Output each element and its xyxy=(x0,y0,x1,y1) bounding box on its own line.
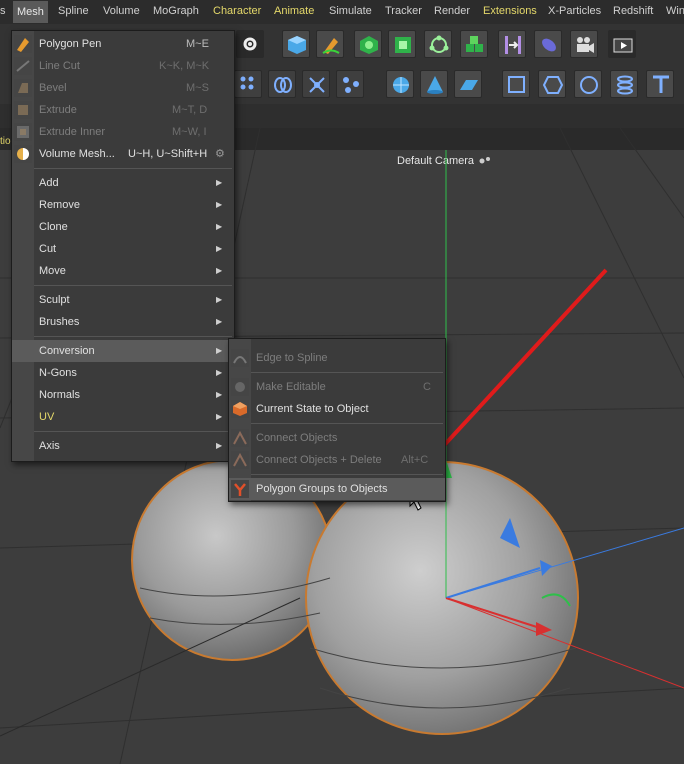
menu-redshift[interactable]: Redshift xyxy=(613,5,653,17)
capsule-icon[interactable] xyxy=(534,30,562,58)
menu-item-move[interactable]: Move ▶ xyxy=(12,260,234,282)
sphere-icon[interactable] xyxy=(386,70,414,98)
menu-item-extrude[interactable]: Extrude M~T, D xyxy=(12,99,234,121)
pen-icon[interactable] xyxy=(316,30,344,58)
menu-item-bevel[interactable]: Bevel M~S xyxy=(12,77,234,99)
menu-extensions[interactable]: Extensions xyxy=(483,5,537,17)
menu-item-extrude-inner[interactable]: Extrude Inner M~W, I xyxy=(12,121,234,143)
chevron-right-icon: ▶ xyxy=(216,222,223,231)
menu-simulate[interactable]: Simulate xyxy=(329,5,372,17)
camera-icon[interactable] xyxy=(570,30,598,58)
menu-item-line-cut[interactable]: Line Cut K~K, M~K xyxy=(12,55,234,77)
menu-item-connect-objects-delete[interactable]: Connect Objects + Delete Alt+C xyxy=(229,449,445,471)
menu-item-uv[interactable]: UV ▶ xyxy=(12,406,234,428)
menu-spline[interactable]: Spline xyxy=(58,5,89,17)
chevron-right-icon: ▶ xyxy=(216,346,223,355)
text-spline-icon[interactable] xyxy=(646,70,674,98)
menu-item-polygon-pen[interactable]: Polygon Pen M~E xyxy=(12,33,234,55)
menu-volume[interactable]: Volume xyxy=(103,5,140,17)
grid-points-icon[interactable] xyxy=(234,70,262,98)
connect-delete-icon xyxy=(231,451,249,469)
chevron-right-icon: ▶ xyxy=(216,390,223,399)
extrude-inner-icon xyxy=(14,123,32,141)
menu-partial-left[interactable]: s xyxy=(0,5,6,17)
polygon-spline-icon[interactable] xyxy=(538,70,566,98)
menu-mograph[interactable]: MoGraph xyxy=(153,5,199,17)
network-icon[interactable] xyxy=(336,70,364,98)
menu-window[interactable]: Win xyxy=(666,5,684,17)
render-settings-button[interactable] xyxy=(236,30,264,58)
menu-character[interactable]: Character xyxy=(213,5,261,17)
rectangle-spline-icon[interactable] xyxy=(502,70,530,98)
menu-item-brushes[interactable]: Brushes ▶ xyxy=(12,311,234,333)
cloner-icon[interactable] xyxy=(424,30,452,58)
array-icon[interactable] xyxy=(460,30,488,58)
menu-item-conversion[interactable]: Conversion ▶ xyxy=(12,340,234,362)
menu-item-n-gons[interactable]: N-Gons ▶ xyxy=(12,362,234,384)
chevron-right-icon: ▶ xyxy=(216,441,223,450)
spline-link-icon[interactable] xyxy=(268,70,296,98)
render-view-icon[interactable] xyxy=(608,30,636,58)
conversion-submenu: Edge to Spline Make Editable C Current S… xyxy=(228,338,446,502)
sphere-right[interactable] xyxy=(305,461,579,735)
menu-item-normals[interactable]: Normals ▶ xyxy=(12,384,234,406)
line-cut-icon xyxy=(14,57,32,75)
menu-item-current-state-to-object[interactable]: Current State to Object xyxy=(229,398,445,420)
plane-icon[interactable] xyxy=(454,70,482,98)
menu-item-add[interactable]: Add ▶ xyxy=(12,172,234,194)
menu-item-remove[interactable]: Remove ▶ xyxy=(12,194,234,216)
gear-icon[interactable]: ⚙ xyxy=(215,143,225,165)
chevron-right-icon: ▶ xyxy=(216,178,223,187)
volume-mesh-icon xyxy=(14,145,32,163)
chevron-right-icon: ▶ xyxy=(216,295,223,304)
bend-deformer-icon[interactable] xyxy=(498,30,526,58)
cube-icon[interactable] xyxy=(282,30,310,58)
cone-icon[interactable] xyxy=(420,70,448,98)
menu-x-particles[interactable]: X-Particles xyxy=(548,5,601,17)
chevron-right-icon: ▶ xyxy=(216,368,223,377)
menu-item-volume-mesh[interactable]: Volume Mesh... U~H, U~Shift+H ⚙ xyxy=(12,143,234,165)
menu-animate[interactable]: Animate xyxy=(274,5,314,17)
menu-item-make-editable[interactable]: Make Editable C xyxy=(229,376,445,398)
chevron-right-icon: ▶ xyxy=(216,200,223,209)
chevron-right-icon: ▶ xyxy=(216,412,223,421)
extrude-generator-icon[interactable] xyxy=(388,30,416,58)
subdivision-icon[interactable] xyxy=(354,30,382,58)
menu-item-cut[interactable]: Cut ▶ xyxy=(12,238,234,260)
menu-tracker[interactable]: Tracker xyxy=(385,5,422,17)
menu-item-axis[interactable]: Axis ▶ xyxy=(12,435,234,457)
chevron-right-icon: ▶ xyxy=(216,244,223,253)
menu-item-clone[interactable]: Clone ▶ xyxy=(12,216,234,238)
current-state-icon xyxy=(231,400,249,418)
make-editable-icon xyxy=(231,378,249,396)
connect-objects-icon xyxy=(231,429,249,447)
circle-spline-icon[interactable] xyxy=(574,70,602,98)
extrude-icon xyxy=(14,101,32,119)
molecule-icon[interactable] xyxy=(302,70,330,98)
edge-to-spline-icon xyxy=(231,349,249,367)
mesh-menu: Polygon Pen M~E Line Cut K~K, M~K Bevel … xyxy=(11,30,235,462)
menu-bar: s Mesh Spline Volume MoGraph Character A… xyxy=(0,0,684,25)
polygon-pen-icon xyxy=(14,35,32,53)
menu-item-connect-objects[interactable]: Connect Objects xyxy=(229,427,445,449)
chevron-right-icon: ▶ xyxy=(216,266,223,275)
polygon-groups-icon xyxy=(231,480,249,498)
bevel-icon xyxy=(14,79,32,97)
chevron-right-icon: ▶ xyxy=(216,317,223,326)
menu-item-edge-to-spline[interactable]: Edge to Spline xyxy=(229,347,445,369)
menu-mesh[interactable]: Mesh xyxy=(13,1,48,23)
menu-item-polygon-groups-to-objects[interactable]: Polygon Groups to Objects xyxy=(229,478,445,500)
helix-spline-icon[interactable] xyxy=(610,70,638,98)
menu-item-sculpt[interactable]: Sculpt ▶ xyxy=(12,289,234,311)
menu-render[interactable]: Render xyxy=(434,5,470,17)
